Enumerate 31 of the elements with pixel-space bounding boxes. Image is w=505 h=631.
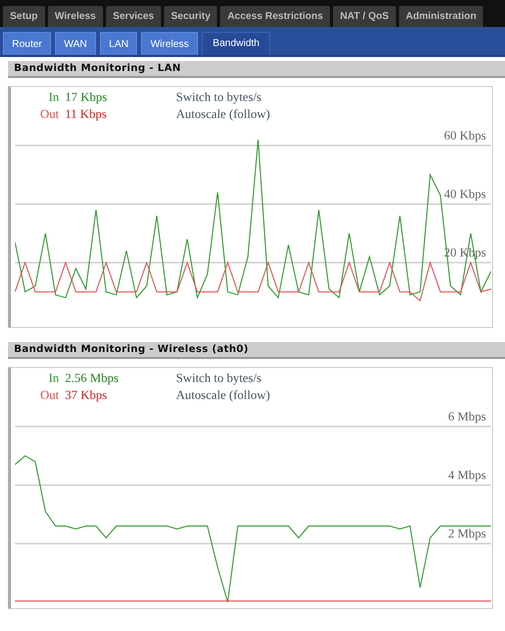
out-label: Out — [39, 106, 59, 123]
nav-tab[interactable]: Wireless — [48, 6, 103, 27]
gridline-label: 6 Mbps — [448, 410, 486, 424]
section-header: Bandwidth Monitoring - LAN — [8, 61, 505, 78]
autoscale-link[interactable]: Autoscale (follow) — [176, 387, 270, 404]
switch-units-link[interactable]: Switch to bytes/s — [176, 89, 270, 106]
sub-tab[interactable]: Router — [3, 32, 52, 55]
section-header: Bandwidth Monitoring - Wireless (ath0) — [8, 342, 505, 359]
nav-tab[interactable]: Administration — [398, 6, 484, 27]
in-label: In — [48, 370, 59, 387]
in-value: 17 Kbps — [65, 89, 108, 106]
autoscale-link[interactable]: Autoscale (follow) — [176, 106, 270, 123]
nav-tab[interactable]: Security — [164, 6, 218, 27]
in-value: 2.56 Mbps — [65, 370, 120, 387]
out-label: Out — [39, 387, 59, 404]
sub-tab[interactable]: LAN — [100, 32, 138, 55]
switch-units-link[interactable]: Switch to bytes/s — [176, 370, 270, 387]
nav-tab[interactable]: Access Restrictions — [220, 6, 330, 27]
nav-tab[interactable]: Services — [106, 6, 161, 27]
sub-tab[interactable]: Wireless — [141, 32, 198, 55]
gridline-label: 40 Kbps — [444, 187, 486, 202]
out-value: 11 Kbps — [65, 106, 108, 123]
sub-tab[interactable]: WAN — [55, 32, 96, 55]
gridline-label: 4 Mbps — [448, 468, 486, 482]
in-label: In — [48, 89, 59, 106]
sub-tab[interactable]: Bandwidth — [202, 32, 270, 55]
gridline-label: 2 Mbps — [448, 526, 486, 541]
gridline-label: 60 Kbps — [444, 128, 486, 143]
nav-tab[interactable]: NAT / QoS — [333, 6, 396, 27]
out-value: 37 Kbps — [65, 387, 108, 404]
nav-tab[interactable]: Setup — [3, 6, 45, 27]
